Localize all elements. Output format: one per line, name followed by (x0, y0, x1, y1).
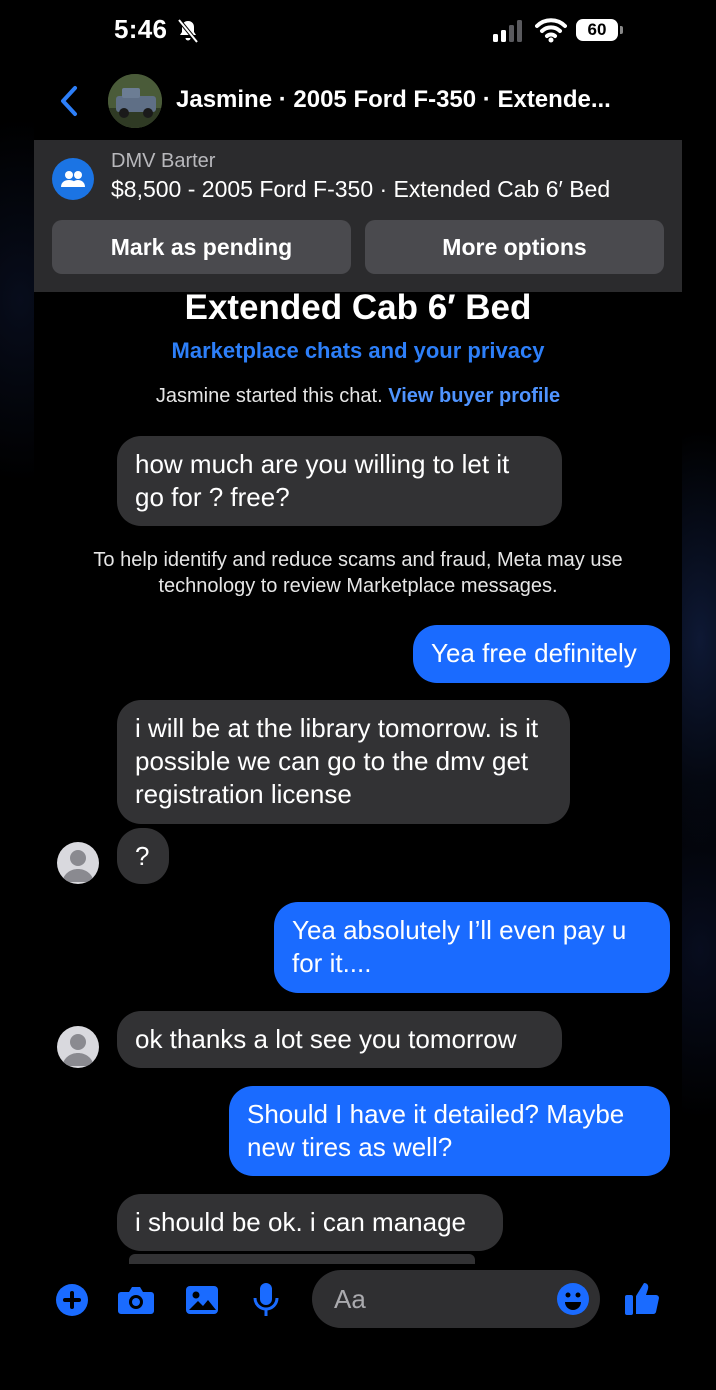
listing-title[interactable]: $8,500 - 2005 Ford F-350 · Extended Cab … (111, 176, 610, 203)
message-bubble-outgoing[interactable]: Yea free definitely (413, 625, 670, 683)
view-buyer-profile-link[interactable]: View buyer profile (388, 385, 560, 407)
buyer-avatar[interactable] (57, 842, 99, 884)
gallery-icon[interactable] (182, 1280, 222, 1320)
message-input-placeholder: Aa (334, 1284, 366, 1314)
message-bubble-incoming[interactable]: ? (117, 828, 169, 884)
wifi-icon (535, 18, 567, 43)
chat-heading: Extended Cab 6′ Bed (184, 288, 532, 327)
status-time: 5:46 (114, 14, 168, 44)
camera-icon[interactable] (116, 1280, 156, 1320)
message-bubble-incoming[interactable]: ok thanks a lot see you tomorrow (117, 1011, 562, 1068)
bell-slash-icon (177, 18, 199, 44)
more-options-button[interactable]: More options (365, 220, 664, 274)
cellular-signal-icon (493, 20, 522, 42)
meta-review-notice: To help identify and reduce scams and fr… (93, 549, 623, 597)
message-bubble-incoming[interactable]: i will be at the library tomorrow. is it… (117, 700, 570, 824)
buyer-avatar[interactable] (57, 1026, 99, 1068)
thumbs-up-icon[interactable] (622, 1278, 662, 1318)
privacy-link[interactable]: Marketplace chats and your privacy (0, 338, 716, 364)
listing-photo-avatar[interactable] (108, 74, 162, 128)
microphone-icon[interactable] (246, 1280, 286, 1320)
truck-photo-icon (108, 74, 162, 128)
mark-as-pending-button[interactable]: Mark as pending (52, 220, 351, 274)
emoji-icon[interactable] (556, 1282, 590, 1316)
battery-indicator: 60 (576, 19, 623, 41)
chat-started-text: Jasmine started this chat. (155, 385, 383, 407)
back-chevron-icon[interactable] (56, 84, 82, 118)
message-bubble-incoming[interactable]: how much are you willing to let it go fo… (117, 436, 562, 526)
message-bubble-outgoing[interactable]: Should I have it detailed? Maybe new tir… (229, 1086, 670, 1176)
listing-panel: DMV Barter $8,500 - 2005 Ford F-350 · Ex… (34, 140, 682, 292)
message-input[interactable]: Aa (312, 1270, 600, 1328)
chat-started-line: Jasmine started this chat. View buyer pr… (0, 385, 716, 408)
conversation-title[interactable]: Jasmine · 2005 Ford F-350 · Extende... (176, 86, 611, 114)
group-icon (52, 158, 94, 200)
message-bubble-incoming[interactable]: i should be ok. i can manage (117, 1194, 503, 1251)
message-bubble-outgoing[interactable]: Yea absolutely I’ll even pay u for it...… (274, 902, 670, 993)
default-user-icon (62, 1034, 94, 1066)
message-bubble-partial (129, 1254, 475, 1264)
default-user-icon (62, 850, 94, 882)
add-plus-icon[interactable] (52, 1280, 92, 1320)
listing-group-name[interactable]: DMV Barter (111, 150, 215, 173)
